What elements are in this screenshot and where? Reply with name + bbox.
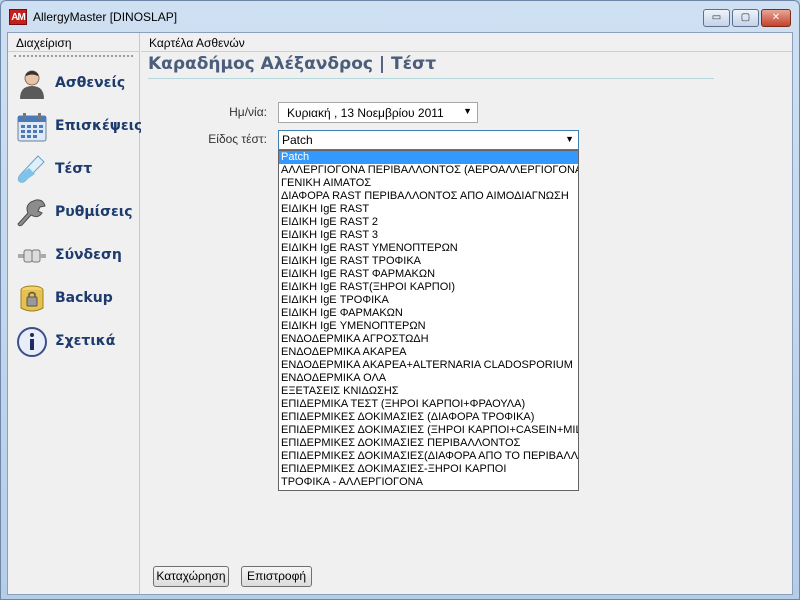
test-type-value: Patch: [282, 133, 313, 147]
dropdown-option[interactable]: ΕΠΙΔΕΡΜΙΚΑ ΤΕΣΤ (ΞΗΡΟΙ ΚΑΡΠΟΙ+ΦΡΑΟΥΛΑ): [279, 398, 578, 411]
date-value: Κυριακή , 13 Νοεμβρίου 2011: [287, 106, 444, 120]
dropdown-option[interactable]: ΕΙΔΙΚΗ IgE RAST(ΞΗΡΟΙ ΚΑΡΠΟΙ): [279, 281, 578, 294]
dropdown-option[interactable]: ΕΝΔΟΔΕΡΜΙΚΑ ΑΚΑΡΕΑ: [279, 346, 578, 359]
backup-icon: [20, 285, 44, 312]
sidebar-item-visits[interactable]: Επισκέψεις: [16, 108, 142, 146]
title-bar[interactable]: AM AllergyMaster [DINOSLAP] ▭ ▢ ✕: [1, 1, 799, 31]
sidebar-item-label: Σχετικά: [55, 333, 116, 349]
sidebar-item-tests[interactable]: Τέστ: [16, 151, 136, 189]
main-panel: Καρτέλα Ασθενών Καραδήμος Αλέξανδρος | Τ…: [141, 33, 792, 594]
dropdown-option[interactable]: ΕΙΔΙΚΗ IgE RAST ΥΜΕΝΟΠΤΕΡΩΝ: [279, 242, 578, 255]
dropdown-option[interactable]: ΕΙΔΙΚΗ IgE ΦΑΡΜΑΚΩΝ: [279, 307, 578, 320]
maximize-button[interactable]: ▢: [732, 9, 759, 27]
test-type-label: Είδος τέστ:: [208, 132, 267, 146]
window-title: AllergyMaster [DINOSLAP]: [33, 10, 178, 24]
sidebar-item-about[interactable]: Σχετικά: [16, 323, 136, 361]
dropdown-option[interactable]: ΕΙΔΙΚΗ IgE ΥΜΕΝΟΠΤΕΡΩΝ: [279, 320, 578, 333]
sidebar-header: Διαχείριση: [8, 33, 139, 52]
minimize-button[interactable]: ▭: [703, 9, 730, 27]
date-picker[interactable]: Κυριακή , 13 Νοεμβρίου 2011 ▼: [278, 102, 478, 123]
dropdown-option[interactable]: ΕΝΔΟΔΕΡΜΙΚΑ ΑΚΑΡΕΑ+ALTERNARIA CLADOSPORI…: [279, 359, 578, 372]
dropdown-option[interactable]: ΑΛΛΕΡΓΙΟΓΟΝΑ ΠΕΡΙΒΑΛΛΟΝΤΟΣ (ΑΕΡΟΑΛΛΕΡΓΙΟ…: [279, 164, 578, 177]
dropdown-option[interactable]: ΤΡΟΦΙΚΑ - ΑΛΛΕΡΓΙΟΓΟΝΑ: [279, 476, 578, 489]
chevron-down-icon[interactable]: ▼: [565, 134, 574, 144]
test-tube-icon: [17, 155, 45, 183]
dropdown-option[interactable]: ΕΠΙΔΕΡΜΙΚΕΣ ΔΟΚΙΜΑΣΙΕΣ (ΞΗΡΟΙ ΚΑΡΠΟΙ+CAS…: [279, 424, 578, 437]
sidebar-item-settings[interactable]: Ρυθμίσεις: [16, 194, 136, 232]
dropdown-option[interactable]: ΕΙΔΙΚΗ IgE RAST ΤΡΟΦΙΚΑ: [279, 255, 578, 268]
info-icon: [17, 327, 47, 357]
sidebar-item-label: Επισκέψεις: [55, 118, 143, 134]
patient-icon: [20, 70, 44, 99]
calendar-icon: [17, 113, 47, 142]
dropdown-option[interactable]: ΕΞΕΤΑΣΕΙΣ ΚΝΙΔΩΣΗΣ: [279, 385, 578, 398]
sidebar: Διαχείριση Ασθενείς Επισκέψεις Τέστ Ρυθμ…: [8, 33, 142, 594]
dropdown-option[interactable]: ΕΠΙΔΕΡΜΙΚΕΣ ΔΟΚΙΜΑΣΙΕΣ-ΞΗΡΟΙ ΚΑΡΠΟΙ: [279, 463, 578, 476]
test-type-dropdown-list: Patch ΑΛΛΕΡΓΙΟΓΟΝΑ ΠΕΡΙΒΑΛΛΟΝΤΟΣ (ΑΕΡΟΑΛΛ…: [278, 150, 579, 491]
sidebar-separator: [14, 55, 133, 57]
dropdown-option[interactable]: ΕΙΔΙΚΗ IgE RAST ΦΑΡΜΑΚΩΝ: [279, 268, 578, 281]
dropdown-option[interactable]: ΕΙΔΙΚΗ IgE RAST: [279, 203, 578, 216]
save-button[interactable]: Καταχώρηση: [153, 566, 229, 587]
client-area: Διαχείριση Ασθενείς Επισκέψεις Τέστ Ρυθμ…: [7, 32, 793, 595]
dropdown-option[interactable]: ΕΙΔΙΚΗ IgE RAST 3: [279, 229, 578, 242]
dropdown-option[interactable]: ΔΙΑΦΟΡΑ RAST ΠΕΡΙΒΑΛΛΟΝΤΟΣ ΑΠΟ ΑΙΜΟΔΙΑΓΝ…: [279, 190, 578, 203]
dropdown-option[interactable]: ΕΝΔΟΔΕΡΜΙΚΑ ΑΓΡΟΣΤΩΔΗ: [279, 333, 578, 346]
dropdown-option[interactable]: ΕΙΔΙΚΗ IgE RAST 2: [279, 216, 578, 229]
back-button[interactable]: Επιστροφή: [241, 566, 312, 587]
sidebar-item-label: Backup: [55, 290, 113, 306]
dropdown-option[interactable]: ΕΙΔΙΚΗ IgE ΤΡΟΦΙΚΑ: [279, 294, 578, 307]
sidebar-item-label: Σύνδεση: [55, 247, 122, 263]
app-logo-icon: AM: [9, 9, 27, 25]
main-header: Καρτέλα Ασθενών: [141, 33, 792, 52]
chevron-down-icon[interactable]: ▼: [463, 106, 472, 116]
dropdown-option[interactable]: ΕΠΙΔΕΡΜΙΚΕΣ ΔΟΚΙΜΑΣΙΕΣ(ΔΙΑΦΟΡΑ ΑΠΟ ΤΟ ΠΕ…: [279, 450, 578, 463]
sidebar-item-label: Τέστ: [55, 161, 93, 177]
date-label: Ημ/νία:: [229, 105, 267, 119]
dropdown-option[interactable]: ΓΕΝΙΚΗ ΑΙΜΑΤΟΣ: [279, 177, 578, 190]
sidebar-item-backup[interactable]: Backup: [16, 280, 136, 318]
title-divider: [148, 78, 714, 79]
dropdown-option[interactable]: ΕΠΙΔΕΡΜΙΚΕΣ ΔΟΚΙΜΑΣΙΕΣ ΠΕΡΙΒΑΛΛΟΝΤΟΣ: [279, 437, 578, 450]
sidebar-item-label: Ρυθμίσεις: [55, 204, 133, 220]
app-window: AM AllergyMaster [DINOSLAP] ▭ ▢ ✕ Διαχεί…: [0, 0, 800, 600]
dropdown-option[interactable]: ΕΝΔΟΔΕΡΜΙΚΑ ΟΛΑ: [279, 372, 578, 385]
sidebar-item-label: Ασθενείς: [55, 75, 126, 91]
sidebar-item-patients[interactable]: Ασθενείς: [16, 65, 136, 103]
dropdown-option[interactable]: ΕΠΙΔΕΡΜΙΚΕΣ ΔΟΚΙΜΑΣΙΕΣ (ΔΙΑΦΟΡΑ ΤΡΟΦΙΚΑ): [279, 411, 578, 424]
sidebar-item-connection[interactable]: Σύνδεση: [16, 237, 136, 275]
plug-icon: [18, 249, 46, 263]
test-type-select[interactable]: Patch ▼: [278, 130, 579, 150]
dropdown-option[interactable]: Patch: [279, 151, 578, 164]
close-button[interactable]: ✕: [761, 9, 791, 27]
wrench-icon: [17, 199, 46, 227]
page-title: Καραδήμος Αλέξανδρος | Τέστ: [148, 54, 437, 74]
